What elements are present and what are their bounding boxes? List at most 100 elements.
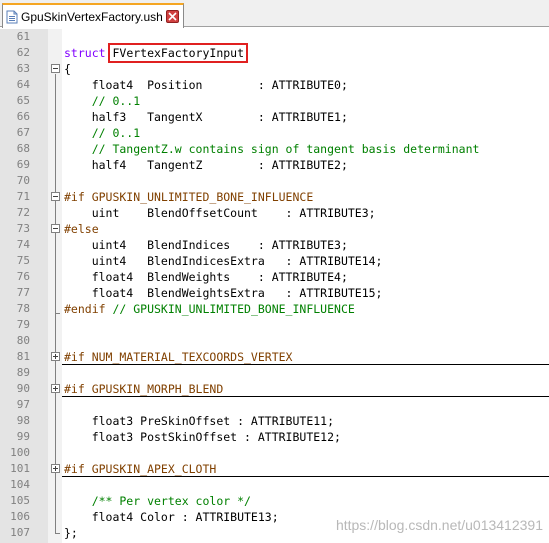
code-line[interactable]: 73 #else bbox=[0, 221, 549, 237]
code-text: half4 TangentZ : ATTRIBUTE2; bbox=[64, 157, 348, 173]
code-text: /** Per vertex color */ bbox=[64, 493, 251, 509]
code-text: half3 TangentX : ATTRIBUTE1; bbox=[64, 109, 348, 125]
code-line[interactable]: 100 bbox=[0, 445, 549, 461]
code-text: // 0..1 bbox=[64, 93, 140, 109]
code-token: float4 Color : ATTRIBUTE13; bbox=[64, 510, 279, 524]
code-line[interactable]: 63 { bbox=[0, 61, 549, 77]
code-line[interactable]: 70 bbox=[0, 173, 549, 189]
line-number: 64 bbox=[16, 78, 30, 91]
fold-toggle-struct[interactable] bbox=[51, 64, 60, 73]
fold-toggle-if-bone-influence[interactable] bbox=[51, 192, 60, 201]
code-token: float4 BlendWeightsExtra : ATTRIBUTE15; bbox=[64, 286, 383, 300]
code-line[interactable]: 89 bbox=[0, 365, 549, 381]
code-token: #if GPUSKIN_MORPH_BLEND bbox=[64, 382, 224, 396]
code-token: uint BlendOffsetCount : ATTRIBUTE3; bbox=[64, 206, 376, 220]
code-line[interactable]: 74 uint4 BlendIndices : ATTRIBUTE3; bbox=[0, 237, 549, 253]
code-text: #endif // GPUSKIN_UNLIMITED_BONE_INFLUEN… bbox=[64, 301, 355, 317]
fold-toggle-morph-blend[interactable] bbox=[51, 384, 60, 393]
code-text: float3 PreSkinOffset : ATTRIBUTE11; bbox=[64, 413, 334, 429]
code-token: /** Per vertex color */ bbox=[64, 494, 251, 508]
folded-region-marker bbox=[62, 364, 549, 365]
code-text: { bbox=[64, 61, 71, 77]
code-line[interactable]: 61 bbox=[0, 29, 549, 45]
line-number: 98 bbox=[16, 414, 30, 427]
line-number: 71 bbox=[16, 190, 30, 203]
fold-toggle-apex-cloth[interactable] bbox=[51, 464, 60, 473]
code-token: // 0..1 bbox=[64, 126, 141, 140]
line-number: 89 bbox=[16, 366, 30, 379]
code-line[interactable]: 105 /** Per vertex color */ bbox=[0, 493, 549, 509]
line-number: 97 bbox=[16, 398, 30, 411]
code-text: struct FVertexFactoryInput bbox=[64, 43, 249, 63]
code-token: #else bbox=[64, 222, 99, 236]
code-token: #if GPUSKIN_UNLIMITED_BONE_INFLUENCE bbox=[64, 190, 314, 204]
code-token: #if GPUSKIN_APEX_CLOTH bbox=[64, 462, 217, 476]
line-number: 63 bbox=[16, 62, 30, 75]
code-line[interactable]: 81 #if NUM_MATERIAL_TEXCOORDS_VERTEX bbox=[0, 349, 549, 365]
line-number: 75 bbox=[16, 254, 30, 267]
code-text: }; bbox=[64, 525, 78, 541]
code-line[interactable]: 78 #endif // GPUSKIN_UNLIMITED_BONE_INFLU… bbox=[0, 301, 549, 317]
code-line[interactable]: 75 uint4 BlendIndicesExtra : ATTRIBUTE14… bbox=[0, 253, 549, 269]
line-number: 66 bbox=[16, 110, 30, 123]
line-number: 68 bbox=[16, 142, 30, 155]
line-number: 72 bbox=[16, 206, 30, 219]
code-token: { bbox=[64, 62, 71, 76]
code-token: float3 PostSkinOffset : ATTRIBUTE12; bbox=[64, 430, 341, 444]
code-line[interactable]: 98 float3 PreSkinOffset : ATTRIBUTE11; bbox=[0, 413, 549, 429]
code-text: float3 PostSkinOffset : ATTRIBUTE12; bbox=[64, 429, 341, 445]
fold-toggle-else[interactable] bbox=[51, 224, 60, 233]
line-number: 70 bbox=[16, 174, 30, 187]
line-number: 107 bbox=[10, 526, 30, 539]
code-line[interactable]: 64 float4 Position : ATTRIBUTE0; bbox=[0, 77, 549, 93]
code-token: float3 PreSkinOffset : ATTRIBUTE11; bbox=[64, 414, 335, 428]
line-number: 62 bbox=[16, 46, 30, 59]
file-tab[interactable]: GpuSkinVertexFactory.ush bbox=[2, 3, 184, 28]
code-text: uint BlendOffsetCount : ATTRIBUTE3; bbox=[64, 205, 376, 221]
line-number: 106 bbox=[10, 510, 30, 523]
code-token: half3 TangentX : ATTRIBUTE1; bbox=[64, 110, 348, 124]
line-number: 73 bbox=[16, 222, 30, 235]
code-line[interactable]: 99 float3 PostSkinOffset : ATTRIBUTE12; bbox=[0, 429, 549, 445]
code-line[interactable]: 90 #if GPUSKIN_MORPH_BLEND bbox=[0, 381, 549, 397]
code-line[interactable]: 65 // 0..1 bbox=[0, 93, 549, 109]
code-line[interactable]: 97 bbox=[0, 397, 549, 413]
code-line[interactable]: 79 bbox=[0, 317, 549, 333]
fold-toggle-texcoords[interactable] bbox=[51, 352, 60, 361]
line-number: 81 bbox=[16, 350, 30, 363]
close-icon[interactable] bbox=[166, 10, 179, 23]
code-token: // TangentZ.w contains sign of tangent b… bbox=[64, 142, 480, 156]
code-line[interactable]: 101 #if GPUSKIN_APEX_CLOTH bbox=[0, 461, 549, 477]
fold-guide-end bbox=[55, 533, 60, 534]
code-text: #if NUM_MATERIAL_TEXCOORDS_VERTEX bbox=[64, 349, 292, 365]
code-token: // GPUSKIN_UNLIMITED_BONE_INFLUENCE bbox=[112, 302, 355, 316]
code-line[interactable]: 104 bbox=[0, 477, 549, 493]
code-text: uint4 BlendIndices : ATTRIBUTE3; bbox=[64, 237, 348, 253]
code-line[interactable]: 71 #if GPUSKIN_UNLIMITED_BONE_INFLUENCE bbox=[0, 189, 549, 205]
code-line[interactable]: 66 half3 TangentX : ATTRIBUTE1; bbox=[0, 109, 549, 125]
code-line[interactable]: 72 uint BlendOffsetCount : ATTRIBUTE3; bbox=[0, 205, 549, 221]
code-line[interactable]: 76 float4 BlendWeights : ATTRIBUTE4; bbox=[0, 269, 549, 285]
code-line[interactable]: 77 float4 BlendWeightsExtra : ATTRIBUTE1… bbox=[0, 285, 549, 301]
code-text: float4 BlendWeights : ATTRIBUTE4; bbox=[64, 269, 348, 285]
code-text: float4 Position : ATTRIBUTE0; bbox=[64, 77, 348, 93]
line-number: 101 bbox=[10, 462, 30, 475]
code-line[interactable]: 68 // TangentZ.w contains sign of tangen… bbox=[0, 141, 549, 157]
fold-guide-end bbox=[55, 313, 60, 314]
code-text: #if GPUSKIN_UNLIMITED_BONE_INFLUENCE bbox=[64, 189, 313, 205]
code-text: // 0..1 bbox=[64, 125, 140, 141]
code-token: struct bbox=[64, 46, 113, 60]
code-line[interactable]: 69 half4 TangentZ : ATTRIBUTE2; bbox=[0, 157, 549, 173]
code-token: float4 Position : ATTRIBUTE0; bbox=[64, 78, 348, 92]
code-editor[interactable]: 61 62 struct FVertexFactoryInput 63 {64 floa… bbox=[0, 29, 549, 543]
code-line[interactable]: 62 struct FVertexFactoryInput bbox=[0, 43, 549, 63]
line-number: 65 bbox=[16, 94, 30, 107]
line-number: 61 bbox=[16, 30, 30, 43]
code-line[interactable]: 67 // 0..1 bbox=[0, 125, 549, 141]
code-line[interactable]: 80 bbox=[0, 333, 549, 349]
code-text: // TangentZ.w contains sign of tangent b… bbox=[64, 141, 480, 157]
tab-title: GpuSkinVertexFactory.ush bbox=[21, 9, 163, 24]
code-text: #else bbox=[64, 221, 99, 237]
file-icon bbox=[6, 10, 18, 23]
code-text: #if GPUSKIN_MORPH_BLEND bbox=[64, 381, 223, 397]
